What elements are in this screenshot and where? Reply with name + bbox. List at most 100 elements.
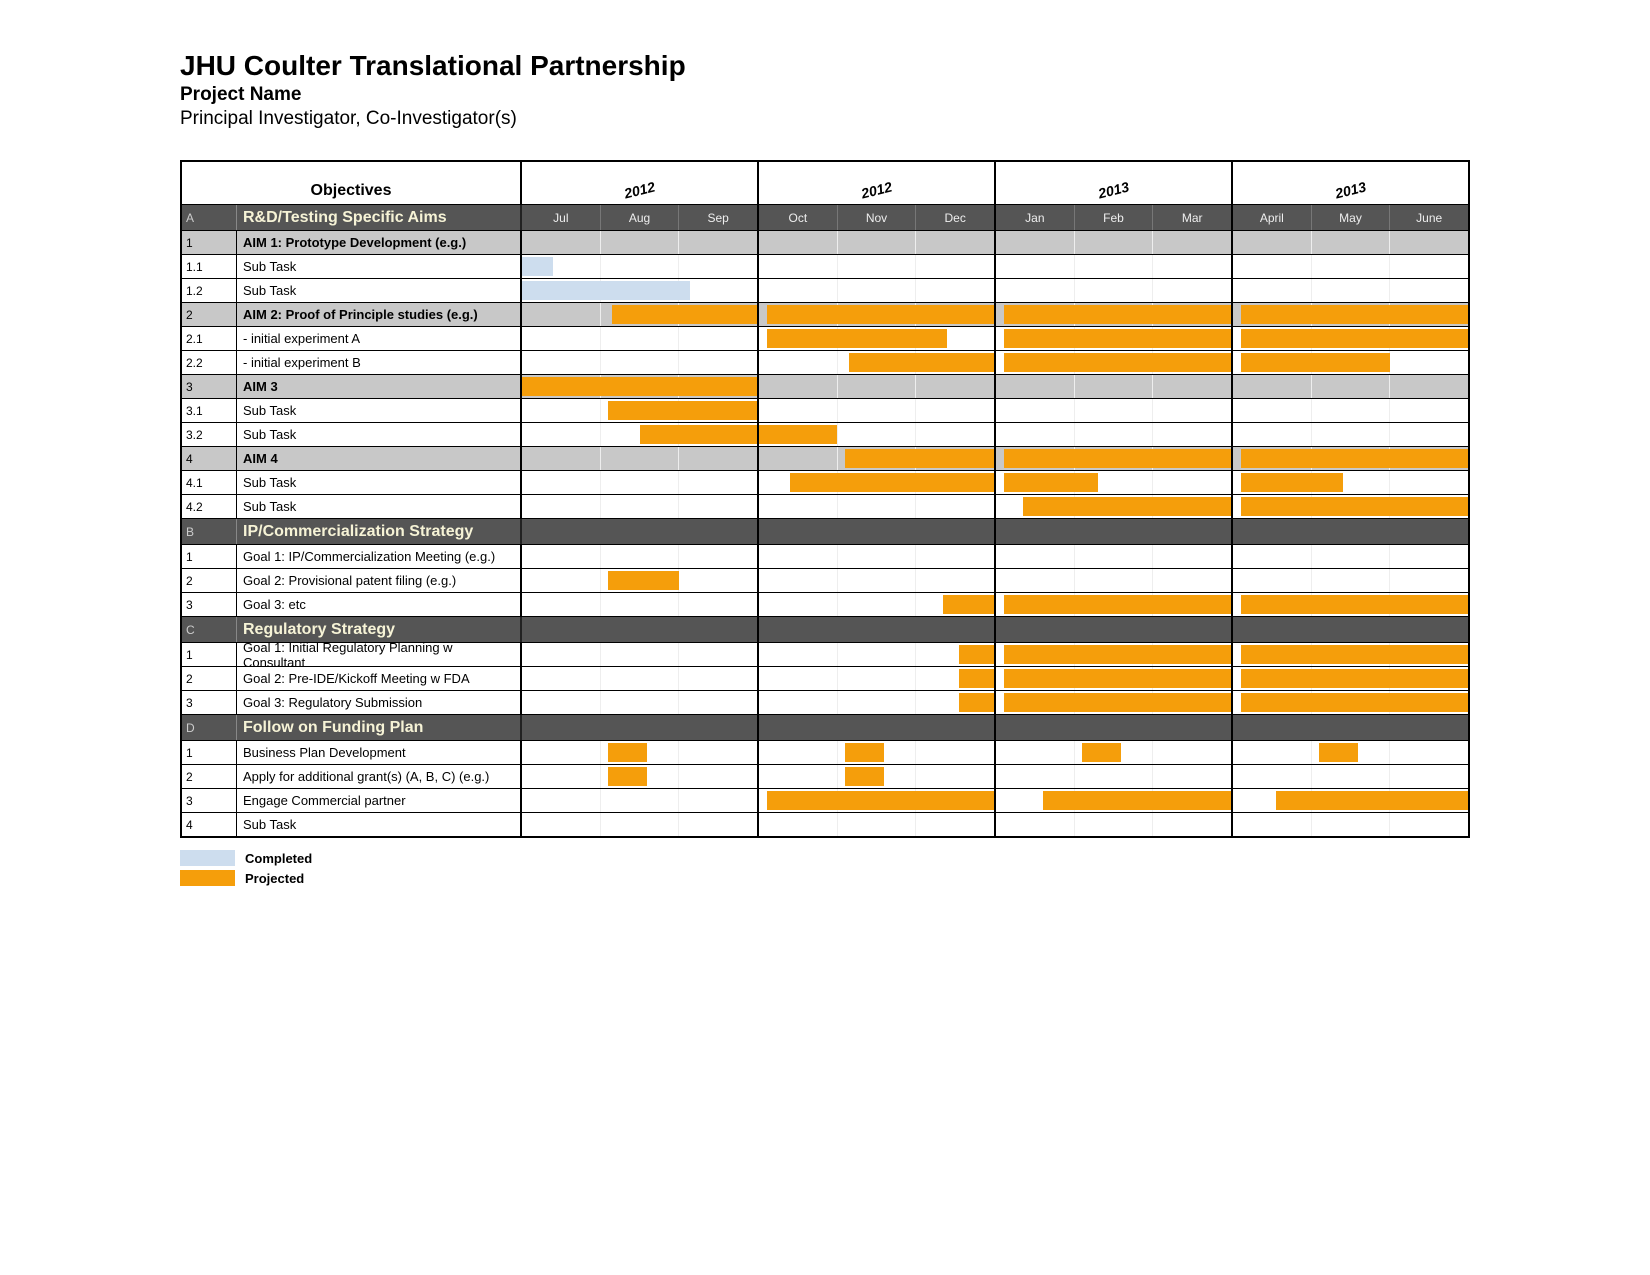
row-id: 1.2 [182, 279, 237, 302]
task-row: 1.1Sub Task [182, 254, 1468, 278]
row-id: 4.2 [182, 495, 237, 518]
quarter-group [522, 643, 759, 666]
page-principals: Principal Investigator, Co-Investigator(… [180, 108, 1470, 130]
gantt-bar [522, 257, 553, 276]
month-header: April [1233, 205, 1312, 230]
quarter-group [759, 399, 996, 422]
gantt-bar [1241, 329, 1468, 348]
quarter-group [759, 569, 996, 592]
quarter-group [759, 423, 996, 446]
task-row: 3.1Sub Task [182, 398, 1468, 422]
quarter-group [996, 231, 1233, 254]
quarter-group [522, 569, 759, 592]
quarter-group [996, 351, 1233, 374]
month-header: Sep [679, 205, 757, 230]
row-id: 1 [182, 231, 237, 254]
row-label: AIM 1: Prototype Development (e.g.) [237, 231, 522, 254]
quarter-group [759, 303, 996, 326]
gantt-bar [1241, 645, 1468, 664]
section-label: Follow on Funding Plan [237, 715, 522, 740]
quarter-group [1233, 667, 1468, 690]
quarter-group [996, 327, 1233, 350]
quarter-group [522, 741, 759, 764]
quarter-group [1233, 569, 1468, 592]
row-label: Sub Task [237, 471, 522, 494]
row-label: Sub Task [237, 813, 522, 836]
row-id: 2 [182, 569, 237, 592]
quarter-group [996, 813, 1233, 836]
quarter-group [522, 715, 759, 740]
quarter-group [1233, 351, 1468, 374]
quarter-group [996, 741, 1233, 764]
quarter-group: JulAugSep [522, 205, 759, 230]
quarter-group [522, 519, 759, 544]
quarter-group [759, 813, 996, 836]
quarter-group [1233, 327, 1468, 350]
gantt-bar [1004, 693, 1231, 712]
gantt-bar [845, 767, 884, 786]
year-label: 2013 [1233, 162, 1468, 204]
quarter-group [522, 303, 759, 326]
row-label: Sub Task [237, 495, 522, 518]
gantt-bar [1043, 791, 1231, 810]
gantt-bar [959, 693, 994, 712]
gantt-bar [1023, 497, 1231, 516]
section-id-cell: A [182, 205, 237, 230]
quarter-group [522, 279, 759, 302]
gantt-bar [608, 401, 757, 420]
quarter-group [1233, 643, 1468, 666]
quarter-group [1233, 471, 1468, 494]
task-row: 3Engage Commercial partner [182, 788, 1468, 812]
quarter-group [522, 667, 759, 690]
quarter-group [759, 447, 996, 470]
row-id: 3 [182, 789, 237, 812]
gantt-bar [767, 305, 994, 324]
row-id: 1 [182, 741, 237, 764]
quarter-group [1233, 375, 1468, 398]
aim-row: 1AIM 1: Prototype Development (e.g.) [182, 230, 1468, 254]
section-label: IP/Commercialization Strategy [237, 519, 522, 544]
quarter-group [996, 715, 1233, 740]
row-label: AIM 2: Proof of Principle studies (e.g.) [237, 303, 522, 326]
quarter-group [759, 231, 996, 254]
gantt-bar [1276, 791, 1468, 810]
quarter-group [1233, 495, 1468, 518]
quarter-group [996, 423, 1233, 446]
gantt-bar [845, 449, 994, 468]
row-id: 2 [182, 667, 237, 690]
page-title: JHU Coulter Translational Partnership [180, 50, 1470, 82]
section-header: CRegulatory Strategy [182, 616, 1468, 642]
quarter-group [996, 255, 1233, 278]
section-header: BIP/Commercialization Strategy [182, 518, 1468, 544]
quarter-group [1233, 765, 1468, 788]
quarter-group [522, 691, 759, 714]
quarter-group [522, 813, 759, 836]
quarter-group [522, 545, 759, 568]
section-label-cell: R&D/Testing Specific Aims [237, 205, 522, 230]
year-label: 2012 [522, 162, 759, 204]
gantt-bar [1004, 353, 1231, 372]
quarter-group [759, 715, 996, 740]
task-row: 1Business Plan Development [182, 740, 1468, 764]
month-header: Feb [1075, 205, 1154, 230]
quarter-group [759, 617, 996, 642]
row-id: 3.1 [182, 399, 237, 422]
month-header: May [1312, 205, 1391, 230]
row-label: Goal 3: Regulatory Submission [237, 691, 522, 714]
row-label: Goal 1: IP/Commercialization Meeting (e.… [237, 545, 522, 568]
quarter-group [996, 375, 1233, 398]
gantt-bar [845, 743, 884, 762]
quarter-group [1233, 447, 1468, 470]
gantt-bar [608, 743, 647, 762]
gantt-bar [1004, 595, 1231, 614]
page-subtitle: Project Name [180, 84, 1470, 106]
quarter-group [1233, 593, 1468, 616]
gantt-bar [1004, 449, 1231, 468]
gantt-bar [759, 425, 837, 444]
header-row-months: AR&D/Testing Specific AimsJulAugSepOctNo… [182, 204, 1468, 230]
quarter-group [522, 255, 759, 278]
objectives-header: Objectives [182, 162, 522, 204]
quarter-group [759, 519, 996, 544]
gantt-bar [522, 281, 690, 300]
quarter-group [996, 447, 1233, 470]
